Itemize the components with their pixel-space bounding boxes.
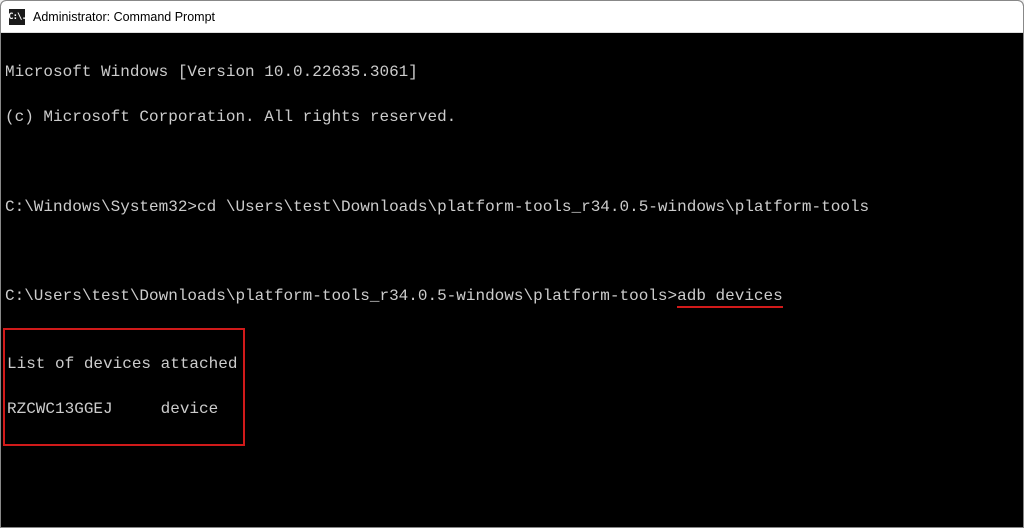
blank-line: [5, 151, 1019, 173]
banner-line: (c) Microsoft Corporation. All rights re…: [5, 106, 1019, 128]
device-row: RZCWC13GGEJ device: [7, 398, 237, 420]
command-text: cd \Users\test\Downloads\platform-tools_…: [197, 198, 869, 216]
titlebar[interactable]: C:\. Administrator: Command Prompt: [1, 1, 1023, 33]
prompt-line: C:\Users\test\Downloads\platform-tools_r…: [5, 285, 1019, 308]
blank-line: [5, 241, 1019, 263]
window-title: Administrator: Command Prompt: [33, 10, 215, 24]
output-header: List of devices attached: [7, 353, 237, 375]
highlighted-command: adb devices: [677, 288, 783, 308]
command-prompt-window: C:\. Administrator: Command Prompt Micro…: [0, 0, 1024, 528]
blank-line: [5, 446, 1019, 468]
terminal-output-area[interactable]: Microsoft Windows [Version 10.0.22635.30…: [1, 33, 1023, 527]
prompt-text: C:\Windows\System32>: [5, 198, 197, 216]
banner-line: Microsoft Windows [Version 10.0.22635.30…: [5, 61, 1019, 83]
blank-line: [5, 491, 1019, 513]
prompt-line: C:\Windows\System32>cd \Users\test\Downl…: [5, 196, 1019, 218]
highlighted-output-box: List of devices attached RZCWC13GGEJ dev…: [3, 328, 245, 446]
prompt-text: C:\Users\test\Downloads\platform-tools_r…: [5, 287, 677, 305]
cmd-icon: C:\.: [9, 9, 25, 25]
